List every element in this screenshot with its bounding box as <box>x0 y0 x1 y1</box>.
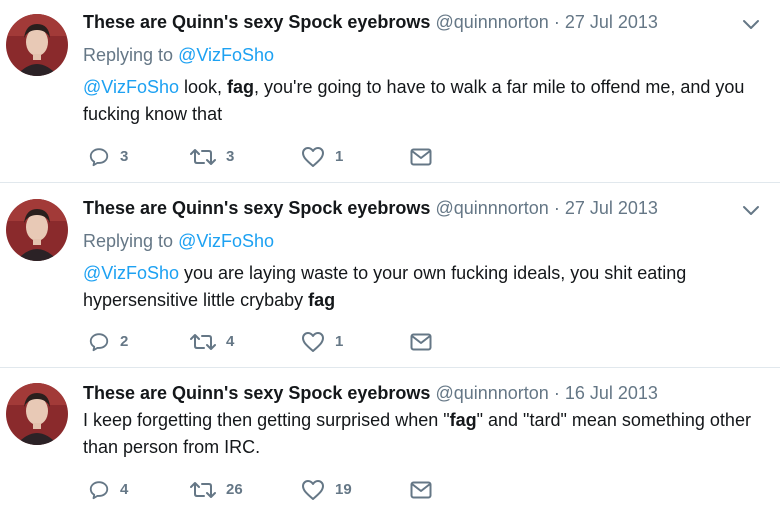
replying-to-label: Replying to <box>83 231 174 251</box>
retweet-icon <box>190 482 216 498</box>
tweet-header: These are Quinn's sexy Spock eyebrows @q… <box>83 10 658 34</box>
like-button[interactable]: 1 <box>301 145 343 169</box>
retweet-button[interactable]: 4 <box>190 330 234 354</box>
reply-icon <box>89 333 109 352</box>
avatar-photo <box>6 383 68 445</box>
separator-dot: · <box>553 12 560 32</box>
envelope-icon <box>410 481 432 499</box>
retweet-icon <box>190 149 216 165</box>
retweet-count: 3 <box>226 148 235 165</box>
replying-to-handle[interactable]: @VizFoSho <box>178 45 274 65</box>
heart-icon <box>302 147 324 167</box>
reply-count: 4 <box>120 481 129 498</box>
tweet-date[interactable]: 16 Jul 2013 <box>565 383 658 403</box>
retweet-button[interactable]: 26 <box>190 478 243 502</box>
reply-button[interactable]: 4 <box>88 478 128 502</box>
bold-text: fag <box>227 77 255 97</box>
tweet-header: These are Quinn's sexy Spock eyebrows @q… <box>83 381 658 405</box>
replying-to: Replying to @VizFoSho <box>83 43 274 67</box>
tweet-date[interactable]: 27 Jul 2013 <box>565 198 658 218</box>
bold-text: fag <box>308 290 336 310</box>
tweet-header: These are Quinn's sexy Spock eyebrows @q… <box>83 196 658 220</box>
direct-message-button[interactable] <box>410 478 432 502</box>
reply-count: 2 <box>120 333 129 350</box>
envelope-icon <box>410 333 432 351</box>
user-handle[interactable]: @quinnnorton <box>435 383 548 403</box>
tweet-text: @VizFoSho look, fag, you're going to hav… <box>83 74 763 128</box>
avatar[interactable] <box>6 383 68 445</box>
replying-to-handle[interactable]: @VizFoSho <box>178 231 274 251</box>
tweet[interactable]: These are Quinn's sexy Spock eyebrows @q… <box>0 367 780 514</box>
avatar[interactable] <box>6 199 68 261</box>
mention-link[interactable]: @VizFoSho <box>83 77 179 97</box>
reply-button[interactable]: 2 <box>88 330 128 354</box>
like-button[interactable]: 1 <box>301 330 343 354</box>
separator-dot: · <box>553 383 560 403</box>
avatar-photo <box>6 14 68 76</box>
display-name[interactable]: These are Quinn's sexy Spock eyebrows <box>83 383 430 403</box>
replying-to-label: Replying to <box>83 45 174 65</box>
reply-icon <box>89 481 109 500</box>
heart-icon <box>302 480 324 500</box>
chevron-down-icon[interactable] <box>740 202 762 218</box>
user-handle[interactable]: @quinnnorton <box>435 198 548 218</box>
tweet-text: I keep forgetting then getting surprised… <box>83 407 763 461</box>
reply-count: 3 <box>120 148 129 165</box>
tweet-text: @VizFoSho you are laying waste to your o… <box>83 260 763 314</box>
mention-link[interactable]: @VizFoSho <box>83 263 179 283</box>
like-count: 19 <box>335 481 352 498</box>
separator-dot: · <box>553 198 560 218</box>
retweet-icon <box>190 334 216 350</box>
heart-icon <box>302 332 324 352</box>
like-button[interactable]: 19 <box>301 478 352 502</box>
envelope-icon <box>410 148 432 166</box>
avatar[interactable] <box>6 14 68 76</box>
avatar-photo <box>6 199 68 261</box>
display-name[interactable]: These are Quinn's sexy Spock eyebrows <box>83 12 430 32</box>
direct-message-button[interactable] <box>410 145 432 169</box>
like-count: 1 <box>335 148 344 165</box>
replying-to: Replying to @VizFoSho <box>83 229 274 253</box>
retweet-count: 4 <box>226 333 235 350</box>
tweet[interactable]: These are Quinn's sexy Spock eyebrows @q… <box>0 183 780 367</box>
user-handle[interactable]: @quinnnorton <box>435 12 548 32</box>
direct-message-button[interactable] <box>410 330 432 354</box>
bold-text: fag <box>449 410 477 430</box>
reply-button[interactable]: 3 <box>88 145 128 169</box>
reply-icon <box>89 148 109 167</box>
retweet-count: 26 <box>226 481 243 498</box>
tweet-date[interactable]: 27 Jul 2013 <box>565 12 658 32</box>
retweet-button[interactable]: 3 <box>190 145 234 169</box>
tweet[interactable]: These are Quinn's sexy Spock eyebrows @q… <box>0 0 780 183</box>
display-name[interactable]: These are Quinn's sexy Spock eyebrows <box>83 198 430 218</box>
like-count: 1 <box>335 333 344 350</box>
text-run: look, <box>179 77 228 97</box>
text-run: I keep forgetting then getting surprised… <box>83 410 450 430</box>
chevron-down-icon[interactable] <box>740 16 762 32</box>
